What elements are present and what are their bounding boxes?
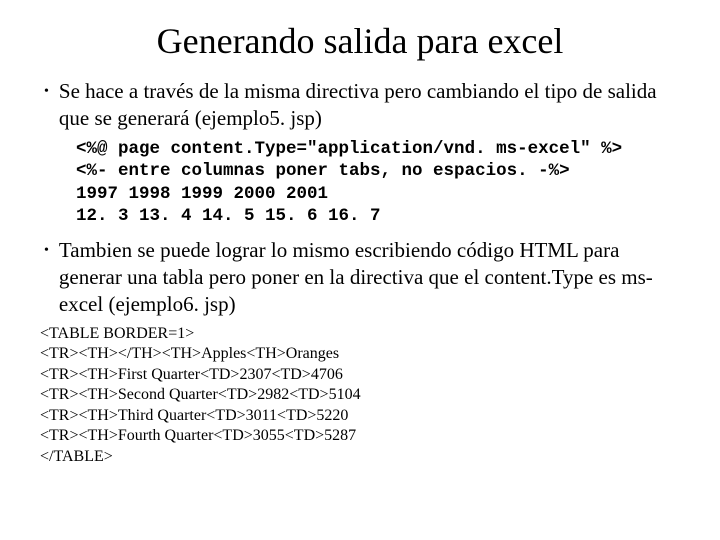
bullet-dot-icon: • bbox=[44, 78, 49, 106]
bullet-text-1: Se hace a través de la misma directiva p… bbox=[59, 78, 680, 132]
bullet-item-1: • Se hace a través de la misma directiva… bbox=[40, 78, 680, 132]
bullet-dot-icon: • bbox=[44, 237, 49, 265]
code-example-1: <%@ page content.Type="application/vnd. … bbox=[76, 138, 680, 228]
code-example-2: <TABLE BORDER=1> <TR><TH></TH><TH>Apples… bbox=[40, 324, 680, 467]
bullet-text-2: Tambien se puede lograr lo mismo escribi… bbox=[59, 237, 680, 318]
bullet-item-2: • Tambien se puede lograr lo mismo escri… bbox=[40, 237, 680, 318]
slide-title: Generando salida para excel bbox=[40, 20, 680, 62]
